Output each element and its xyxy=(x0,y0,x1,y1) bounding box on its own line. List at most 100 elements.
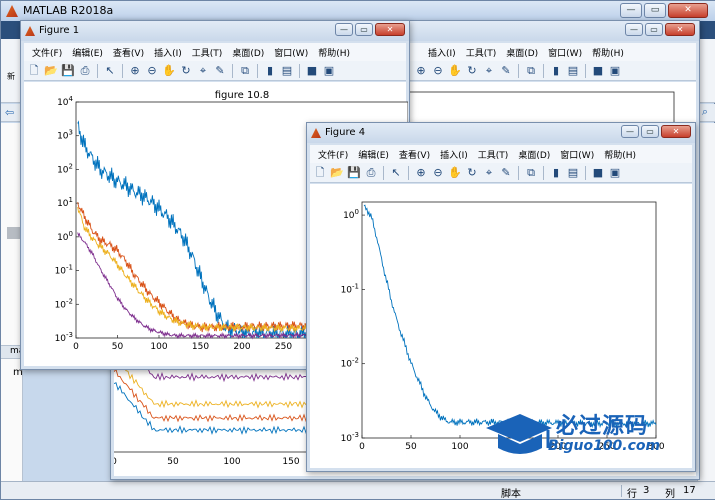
y-tick-label: 102 xyxy=(57,162,73,175)
y-tick-label: 10-2 xyxy=(55,297,73,310)
menu-tools[interactable]: 工具(T) xyxy=(474,148,515,161)
zoom-in-icon[interactable]: ⊕ xyxy=(128,64,142,78)
desktop: MATLAB R2018a — ▭ ✕ 新 ⇦ ⌕ ma m 脚本 行 3 列 … xyxy=(0,0,715,500)
minimize-icon[interactable]: — xyxy=(335,23,353,36)
menu-desktop[interactable]: 桌面(D) xyxy=(514,148,556,161)
menu-desktop[interactable]: 桌面(D) xyxy=(228,46,270,59)
main-title-bar: MATLAB R2018a xyxy=(1,1,715,21)
brush-icon[interactable]: ✎ xyxy=(213,64,227,78)
menu-tools[interactable]: 工具(T) xyxy=(462,46,503,59)
legend-icon[interactable]: ▤ xyxy=(280,64,294,78)
rotate-icon[interactable]: ↻ xyxy=(465,64,479,78)
bg-x-tick-label: 50 xyxy=(167,457,179,467)
axes-box xyxy=(361,201,657,439)
menu-help[interactable]: 帮助(H) xyxy=(600,148,642,161)
save-icon[interactable]: 💾 xyxy=(61,64,75,78)
print-icon[interactable]: ⎙ xyxy=(364,166,378,180)
close-icon[interactable]: ✕ xyxy=(665,23,695,36)
show-plot-tools-icon[interactable]: ▣ xyxy=(608,166,622,180)
status-col-label: 列 xyxy=(665,489,675,500)
rotate-icon[interactable]: ↻ xyxy=(179,64,193,78)
figure4-title: Figure 4 xyxy=(325,127,366,138)
zoom-in-icon[interactable]: ⊕ xyxy=(414,64,428,78)
menu-window[interactable]: 窗口(W) xyxy=(556,148,600,161)
zoom-out-icon[interactable]: ⊖ xyxy=(145,64,159,78)
menu-help[interactable]: 帮助(H) xyxy=(588,46,630,59)
minimize-icon[interactable]: — xyxy=(625,23,643,36)
new-figure-icon[interactable]: 🗋 xyxy=(27,64,41,78)
menu-tools[interactable]: 工具(T) xyxy=(188,46,229,59)
menu-insert[interactable]: 插入(I) xyxy=(150,46,188,59)
toolbar-separator xyxy=(299,63,300,78)
menu-view[interactable]: 查看(V) xyxy=(395,148,436,161)
rotate-icon[interactable]: ↻ xyxy=(465,166,479,180)
link-plot-icon[interactable]: ⧉ xyxy=(524,166,538,180)
minimize-icon[interactable]: — xyxy=(620,3,642,18)
hide-plot-tools-icon[interactable]: ■ xyxy=(591,64,605,78)
toolbar-separator xyxy=(97,63,98,78)
new-figure-icon[interactable]: 🗋 xyxy=(313,166,327,180)
data-cursor-icon[interactable]: ⌖ xyxy=(196,64,210,78)
menu-file[interactable]: 文件(F) xyxy=(28,46,68,59)
colorbar-icon[interactable]: ▮ xyxy=(263,64,277,78)
menu-view[interactable]: 查看(V) xyxy=(109,46,150,59)
restore-icon[interactable]: ▭ xyxy=(645,23,663,36)
chart-title: figure 10.8 xyxy=(215,90,269,101)
pan-icon[interactable]: ✋ xyxy=(448,166,462,180)
colorbar-icon[interactable]: ▮ xyxy=(549,64,563,78)
edit-plot-arrow-icon[interactable]: ↖ xyxy=(103,64,117,78)
menu-window[interactable]: 窗口(W) xyxy=(270,46,314,59)
close-icon[interactable]: ✕ xyxy=(668,3,708,18)
back-arrow-icon[interactable]: ⇦ xyxy=(5,106,14,119)
menu-file[interactable]: 文件(F) xyxy=(314,148,354,161)
open-file-icon[interactable]: 📂 xyxy=(330,166,344,180)
menu-window[interactable]: 窗口(W) xyxy=(544,46,588,59)
show-plot-tools-icon[interactable]: ▣ xyxy=(322,64,336,78)
figure4-toolbar: 🗋 📂 💾 ⎙ ↖ ⊕ ⊖ ✋ ↻ ⌖ ✎ ⧉ ▮ ▤ ■ ▣ xyxy=(310,163,692,183)
figure1-controls: — ▭ ✕ xyxy=(335,23,405,36)
data-cursor-icon[interactable]: ⌖ xyxy=(482,166,496,180)
menu-help[interactable]: 帮助(H) xyxy=(314,46,356,59)
zoom-out-icon[interactable]: ⊖ xyxy=(431,64,445,78)
hide-plot-tools-icon[interactable]: ■ xyxy=(305,64,319,78)
colorbar-icon[interactable]: ▮ xyxy=(549,166,563,180)
link-plot-icon[interactable]: ⧉ xyxy=(238,64,252,78)
pan-icon[interactable]: ✋ xyxy=(162,64,176,78)
y-tick-label: 104 xyxy=(57,95,73,108)
print-icon[interactable]: ⎙ xyxy=(78,64,92,78)
x-tick-label: 0 xyxy=(359,442,365,452)
search-icon[interactable]: ⌕ xyxy=(702,105,708,119)
y-tick-label: 10-1 xyxy=(55,264,73,277)
menu-insert[interactable]: 插入(I) xyxy=(424,46,462,59)
restore-icon[interactable]: ▭ xyxy=(355,23,373,36)
close-icon[interactable]: ✕ xyxy=(661,125,691,138)
folder-scroll-thumb[interactable] xyxy=(7,227,21,239)
edit-plot-arrow-icon[interactable]: ↖ xyxy=(389,166,403,180)
menu-edit[interactable]: 编辑(E) xyxy=(354,148,395,161)
menu-desktop[interactable]: 桌面(D) xyxy=(502,46,544,59)
x-tick-label: 200 xyxy=(233,342,250,352)
open-file-icon[interactable]: 📂 xyxy=(44,64,58,78)
legend-icon[interactable]: ▤ xyxy=(566,64,580,78)
brush-icon[interactable]: ✎ xyxy=(499,64,513,78)
save-icon[interactable]: 💾 xyxy=(347,166,361,180)
x-tick-label: 100 xyxy=(451,442,468,452)
link-plot-icon[interactable]: ⧉ xyxy=(524,64,538,78)
data-cursor-icon[interactable]: ⌖ xyxy=(482,64,496,78)
zoom-out-icon[interactable]: ⊖ xyxy=(431,166,445,180)
menu-edit[interactable]: 编辑(E) xyxy=(68,46,109,59)
restore-icon[interactable]: ▭ xyxy=(641,125,659,138)
brush-icon[interactable]: ✎ xyxy=(499,166,513,180)
toolbar-separator xyxy=(408,165,409,180)
toolbar-separator xyxy=(122,63,123,78)
hide-plot-tools-icon[interactable]: ■ xyxy=(591,166,605,180)
legend-icon[interactable]: ▤ xyxy=(566,166,580,180)
zoom-in-icon[interactable]: ⊕ xyxy=(414,166,428,180)
minimize-icon[interactable]: — xyxy=(621,125,639,138)
show-plot-tools-icon[interactable]: ▣ xyxy=(608,64,622,78)
maximize-icon[interactable]: ▭ xyxy=(644,3,666,18)
menu-insert[interactable]: 插入(I) xyxy=(436,148,474,161)
pan-icon[interactable]: ✋ xyxy=(448,64,462,78)
close-icon[interactable]: ✕ xyxy=(375,23,405,36)
ribbon-new-label[interactable]: 新 xyxy=(7,71,15,82)
